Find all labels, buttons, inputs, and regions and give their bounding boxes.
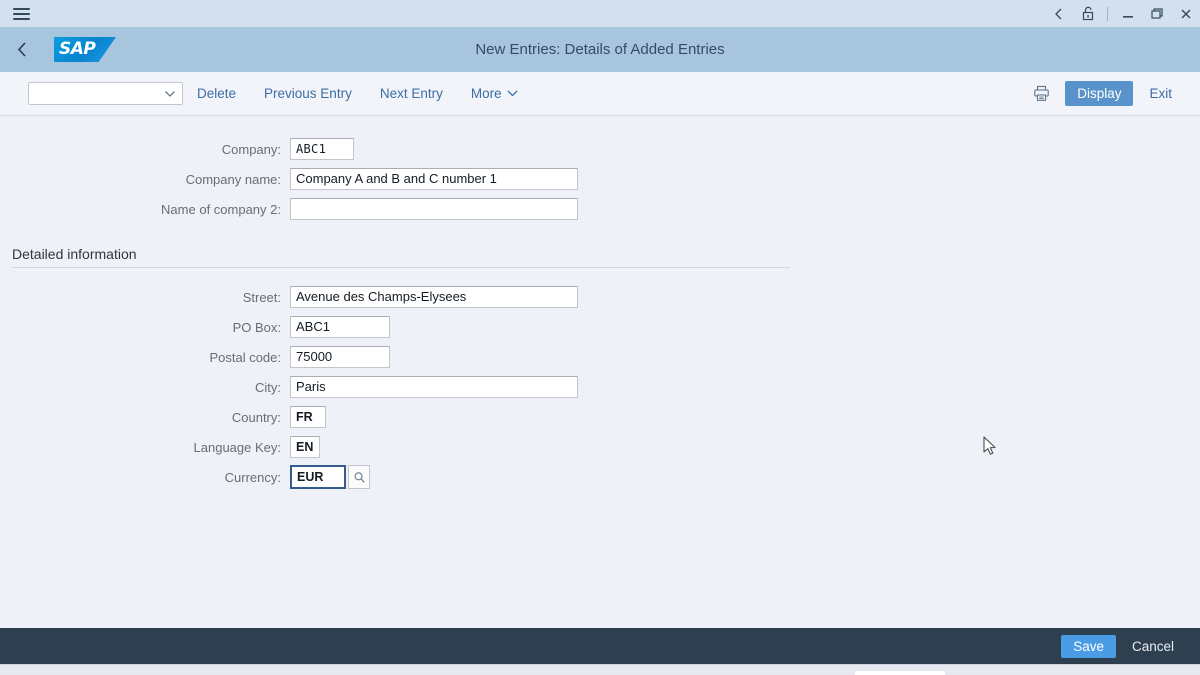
window-controls-divider <box>1107 6 1108 21</box>
city-label: City: <box>255 379 281 395</box>
country-input[interactable]: FR <box>290 406 326 428</box>
section-divider <box>12 267 790 268</box>
shell-header: SAP New Entries: Details of Added Entrie… <box>0 27 1200 72</box>
form-row-company-name: Company name: Company A and B and C numb… <box>0 164 1200 194</box>
delete-button[interactable]: Delete <box>183 82 250 105</box>
chevron-down-icon <box>507 90 518 97</box>
sap-logo[interactable]: SAP <box>54 37 116 62</box>
value-help-search-icon[interactable] <box>348 465 370 489</box>
street-label: Street: <box>242 289 281 305</box>
form-content-area: Company: ABC1 Company name: Company A an… <box>0 116 1200 628</box>
company-label: Company: <box>221 141 281 157</box>
cancel-label: Cancel <box>1131 639 1174 654</box>
printer-icon[interactable] <box>1027 81 1055 107</box>
hamburger-line <box>12 17 30 20</box>
footer-action-bar: Save Cancel <box>0 628 1200 665</box>
unlock-icon[interactable] <box>1073 0 1102 27</box>
form-row-company: Company: ABC1 <box>0 134 1200 164</box>
country-label: Country: <box>231 409 281 425</box>
page-title: New Entries: Details of Added Entries <box>475 41 725 58</box>
hamburger-menu-icon[interactable] <box>8 3 34 25</box>
form-row-city: City: Paris <box>0 372 1200 402</box>
exit-label: Exit <box>1149 86 1172 101</box>
language-key-label: Language Key: <box>193 439 281 455</box>
form-row-company-name-2: Name of company 2: <box>0 194 1200 224</box>
bottom-edge-segment <box>855 671 945 675</box>
close-icon[interactable] <box>1171 0 1200 27</box>
display-button[interactable]: Display <box>1065 81 1134 106</box>
entry-select-dropdown[interactable] <box>28 82 183 105</box>
po-box-input[interactable]: ABC1 <box>290 316 390 338</box>
street-input[interactable]: Avenue des Champs-Elysees <box>290 286 578 308</box>
form-row-street: Street: Avenue des Champs-Elysees <box>0 282 1200 312</box>
form-row-currency: Currency: EUR <box>0 462 1200 492</box>
currency-input[interactable]: EUR <box>290 465 346 489</box>
form-row-postal-code: Postal code: 75000 <box>0 342 1200 372</box>
form-row-country: Country: FR <box>0 402 1200 432</box>
hamburger-line <box>12 12 30 15</box>
postal-code-input[interactable]: 75000 <box>290 346 390 368</box>
form-row-po-box: PO Box: ABC1 <box>0 312 1200 342</box>
company-input[interactable]: ABC1 <box>290 138 354 160</box>
previous-entry-label: Previous Entry <box>264 86 352 101</box>
previous-entry-button[interactable]: Previous Entry <box>250 82 366 105</box>
bottom-edge-strip <box>0 664 1200 675</box>
company-name-label: Company name: <box>185 171 281 187</box>
toolbar-right-group: Display Exit <box>1027 81 1184 107</box>
hamburger-line <box>12 7 30 10</box>
sap-logo-text: SAP <box>59 39 96 59</box>
cancel-button[interactable]: Cancel <box>1120 635 1186 658</box>
currency-label: Currency: <box>224 469 281 485</box>
window-controls <box>1044 0 1200 27</box>
navigation-back-button[interactable] <box>0 27 44 72</box>
company-name-2-label: Name of company 2: <box>161 201 281 217</box>
minimize-icon[interactable] <box>1113 0 1142 27</box>
form-row-language-key: Language Key: EN <box>0 432 1200 462</box>
company-name-input[interactable]: Company A and B and C number 1 <box>290 168 578 190</box>
next-entry-label: Next Entry <box>379 86 443 101</box>
save-label: Save <box>1073 639 1104 654</box>
toolbar-left-group: Delete Previous Entry Next Entry More <box>28 82 1027 105</box>
more-menu-button[interactable]: More <box>457 82 532 105</box>
company-name-2-input[interactable] <box>290 198 578 220</box>
window-title-bar <box>0 0 1200 27</box>
postal-code-label: Postal code: <box>209 349 281 365</box>
currency-field-group: EUR <box>290 465 370 489</box>
city-input[interactable]: Paris <box>290 376 578 398</box>
restore-icon[interactable] <box>1142 0 1171 27</box>
back-icon[interactable] <box>1044 0 1073 27</box>
delete-label: Delete <box>197 86 237 101</box>
exit-button[interactable]: Exit <box>1137 81 1184 106</box>
display-label: Display <box>1077 86 1122 101</box>
po-box-label: PO Box: <box>232 319 281 335</box>
chevron-down-icon <box>165 90 175 97</box>
save-button[interactable]: Save <box>1061 635 1116 658</box>
action-toolbar: Delete Previous Entry Next Entry More Di… <box>0 72 1200 116</box>
language-key-input[interactable]: EN <box>290 436 320 458</box>
more-label: More <box>470 86 502 101</box>
next-entry-button[interactable]: Next Entry <box>366 82 457 105</box>
section-heading: Detailed information <box>12 246 137 262</box>
